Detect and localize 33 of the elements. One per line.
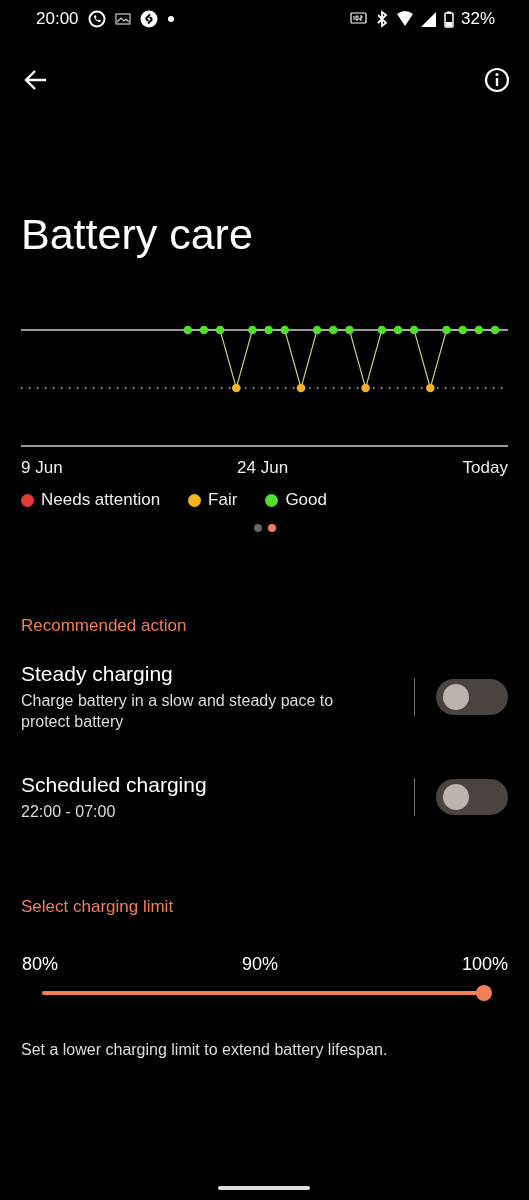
slider-label: 100% [461, 954, 508, 976]
legend-label: Good [285, 490, 327, 510]
setting-description: Charge battery in a slow and steady pace to protect battery [21, 691, 335, 732]
signal-icon [420, 11, 437, 27]
music-app-icon [139, 10, 158, 28]
battery-icon [443, 10, 454, 28]
toggle-switch[interactable] [436, 779, 508, 816]
slider-label: 80% [22, 954, 59, 976]
legend-label: Fair [208, 490, 238, 510]
legend-label: Needs attention [41, 490, 161, 510]
image-icon [114, 12, 131, 26]
axis-label: Today [462, 458, 508, 478]
toggle-switch[interactable] [436, 679, 508, 716]
setting-title: Scheduled charging [21, 772, 208, 797]
page-indicator-dot[interactable] [253, 524, 262, 532]
page-indicator-dot[interactable] [267, 524, 276, 532]
slider-label: 90% [241, 954, 278, 976]
page-title: Battery care [21, 213, 254, 256]
setting-description: 22:00 - 07:00 [21, 801, 117, 822]
battery-percent: 32% [460, 9, 495, 29]
section-heading: Recommended action [21, 616, 188, 636]
info-icon[interactable] [484, 67, 510, 93]
bluetooth-icon [374, 10, 389, 28]
setting-title: Steady charging [21, 662, 174, 686]
notification-dot-icon [166, 15, 175, 23]
refresh-rate-icon [349, 11, 368, 27]
status-time: 20:00 [36, 9, 79, 29]
hint-text: Set a lower charging limit to extend battery lifespan. [21, 1041, 389, 1060]
section-heading: Select charging limit [21, 897, 175, 918]
wifi-icon [395, 10, 414, 28]
chat-icon [87, 10, 106, 28]
axis-label: 24 Jun [237, 458, 289, 478]
axis-label: 9 Jun [21, 458, 63, 478]
